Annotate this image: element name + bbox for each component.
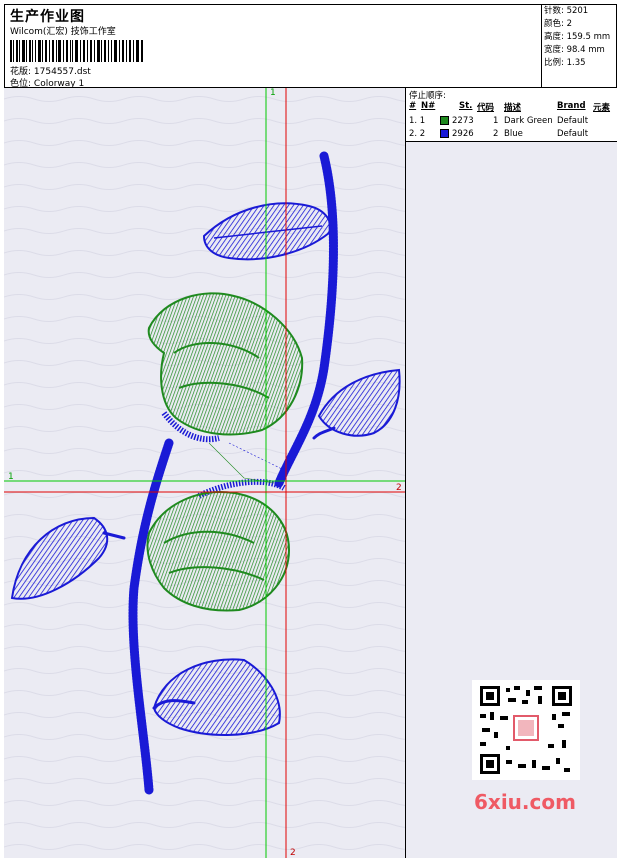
stat-value: 98.4 mm <box>566 45 605 55</box>
row-index: 2. 2 <box>409 129 426 139</box>
stat-value: 2 <box>566 19 572 29</box>
barcode <box>10 40 143 62</box>
col-element: 元素 <box>593 103 611 113</box>
row-code: 1 <box>493 116 499 126</box>
color-swatch <box>440 116 449 125</box>
stat-value: 159.5 mm <box>566 32 611 42</box>
qr-code <box>472 680 580 780</box>
stat-width: 宽度: 98.4 mm <box>544 44 617 57</box>
stat-value: 5201 <box>566 6 589 16</box>
page-title: 生产作业图 <box>10 9 85 25</box>
subtitle: Wilcom(汇宏) 技饰工作室 <box>10 27 116 37</box>
stat-height: 高度: 159.5 mm <box>544 31 617 44</box>
row-code: 2 <box>493 129 499 139</box>
rose-bottom <box>146 491 291 612</box>
embroidery-design <box>4 88 405 858</box>
stat-stitches: 针数: 5201 <box>544 5 617 18</box>
col-no: N# <box>421 101 436 111</box>
axis-label-green-top: 1 <box>270 88 276 98</box>
stop-sequence-table: 停止顺序: # N# St. 代码 描述 Brand 元素 1. 1 2273 … <box>406 88 617 142</box>
row-desc: Blue <box>504 129 523 139</box>
row-brand: Default <box>557 129 589 139</box>
stat-value: 1.35 <box>566 58 586 68</box>
stat-colors: 颜色: 2 <box>544 18 617 31</box>
row-st: 2926 <box>452 129 474 139</box>
axis-label-red-right: 2 <box>396 483 402 493</box>
color-swatch <box>440 129 449 138</box>
watermark-text: 6xiu.com <box>474 790 576 814</box>
axis-label-green-left: 1 <box>8 472 14 482</box>
row-st: 2273 <box>452 116 474 126</box>
header: 生产作业图 Wilcom(汇宏) 技饰工作室 花版: 1754557.dst 色… <box>4 4 617 89</box>
col-st: St. <box>459 101 473 111</box>
col-desc: 描述 <box>504 103 522 113</box>
stat-label: 宽度: <box>544 45 564 55</box>
col-hash: # <box>409 101 417 111</box>
design-canvas[interactable]: 1 1 2 2 <box>4 88 406 858</box>
col-code: 代码 <box>477 103 495 113</box>
row-desc: Dark Green <box>504 116 553 126</box>
stop-sequence-title: 停止顺序: <box>409 91 446 101</box>
col-brand: Brand <box>557 101 586 111</box>
row-brand: Default <box>557 116 589 126</box>
stat-label: 高度: <box>544 32 564 42</box>
row-index: 1. 1 <box>409 116 426 126</box>
axis-label-red-bottom: 2 <box>290 848 296 858</box>
stat-label: 比例: <box>544 58 564 68</box>
stat-label: 颜色: <box>544 19 564 29</box>
stat-scale: 比例: 1.35 <box>544 57 617 70</box>
stat-label: 针数: <box>544 6 564 16</box>
stats-box: 针数: 5201 颜色: 2 高度: 159.5 mm 宽度: 98.4 mm … <box>541 4 617 88</box>
